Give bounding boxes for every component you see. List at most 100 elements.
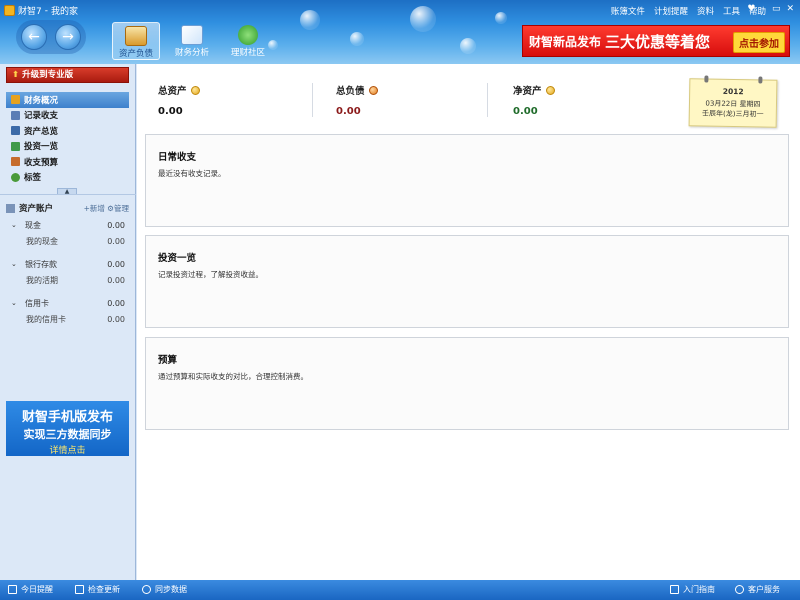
today-reminder-label: 今日提醒: [21, 585, 53, 594]
account-item[interactable]: 我的现金 0.00: [6, 233, 129, 249]
upgrade-button[interactable]: ⬆ 升级到专业版: [6, 67, 129, 83]
account-amount: 0.00: [107, 236, 125, 246]
title-separator: -: [44, 5, 48, 16]
tool-label: 资产负债: [118, 49, 153, 59]
skin-icon[interactable]: ♥: [747, 4, 755, 14]
sync-data-button[interactable]: 同步数据: [142, 584, 187, 595]
promo-join-button[interactable]: 点击参加: [733, 32, 785, 53]
customer-service-button[interactable]: 客户服务: [735, 584, 780, 595]
tool-financial-analysis[interactable]: 财务分析: [168, 22, 216, 60]
top-toolbar: 财智7 - 我的家 账簿文件 计划提醒 资料 工具 帮助 ♥ – ▭ ✕ ← →…: [0, 0, 800, 64]
support-icon: [735, 585, 744, 594]
book-icon: [11, 126, 20, 136]
sidebar-item-label: 财务概况: [24, 95, 59, 106]
mobile-promo-banner[interactable]: 财智手机版发布 实现三方数据同步 详情点击: [6, 401, 129, 456]
summary-label: 总资产: [158, 83, 200, 97]
check-update-label: 检查更新: [88, 585, 120, 594]
accounts-title: 资产账户: [19, 204, 54, 214]
decor-bubble: [300, 10, 320, 30]
sidebar-item-record[interactable]: 记录收支: [6, 108, 129, 124]
account-group-amount: 0.00: [107, 220, 125, 230]
guide-icon: [670, 585, 679, 594]
decor-bubble: [350, 32, 364, 46]
check-update-button[interactable]: 检查更新: [75, 584, 120, 595]
card-title: 日常收支: [158, 152, 197, 163]
tag-icon: [11, 172, 20, 182]
menu-tools[interactable]: 工具: [723, 5, 740, 17]
accounts-actions: +新增 ⚙管理: [84, 203, 129, 214]
window-controls: ♥ – ▭ ✕: [747, 4, 794, 14]
account-group-name: 银行存款: [25, 259, 57, 269]
chart-icon: [181, 25, 203, 45]
card-investments[interactable]: 投资一览 记录投资过程，了解投资收益。: [145, 235, 789, 328]
ledger-icon: [125, 26, 147, 46]
app-name: 财智7: [18, 7, 42, 17]
menu-data[interactable]: 资料: [697, 5, 714, 17]
card-description: 最近没有收支记录。: [158, 169, 226, 178]
manage-accounts-link[interactable]: ⚙管理: [107, 204, 129, 213]
customer-service-label: 客户服务: [748, 585, 780, 594]
pencil-icon: [11, 110, 20, 120]
sidebar-item-tags[interactable]: 标签: [6, 170, 129, 186]
forward-button[interactable]: →: [55, 24, 81, 50]
app-logo-icon: [4, 5, 15, 16]
tool-community[interactable]: 理财社区: [224, 22, 272, 60]
card-daily-income-expense[interactable]: 日常收支 最近没有收支记录。: [145, 134, 789, 227]
card-title: 预算: [158, 355, 178, 366]
account-name: 我的现金: [26, 236, 58, 246]
banner-line2: 实现三方数据同步: [23, 428, 112, 441]
account-amount: 0.00: [107, 275, 125, 285]
account-item[interactable]: 我的活期 0.00: [6, 272, 129, 288]
financial-summary: 总资产 0.00 总负债 0.00 净资产 0.00 2012 03月22日 星…: [145, 69, 795, 131]
account-group-amount: 0.00: [107, 298, 125, 308]
account-group-bank[interactable]: ⌄ 银行存款 0.00: [6, 256, 129, 272]
sidebar-item-budget[interactable]: 收支预算: [6, 154, 129, 170]
add-account-link[interactable]: +新增: [84, 204, 105, 213]
account-group-cash[interactable]: ⌄ 现金 0.00: [6, 217, 129, 233]
calendar-ring: [758, 76, 763, 84]
calendar-note: 2012 03月22日 星期四 壬辰年(龙)三月初一: [688, 75, 778, 128]
total-liabilities-value: 0.00: [336, 106, 361, 117]
sidebar-item-overview[interactable]: 财务概况: [6, 92, 129, 108]
account-group-amount: 0.00: [107, 259, 125, 269]
back-button[interactable]: ←: [21, 24, 47, 50]
card-description: 通过预算和实际收支的对比，合理控制消费。: [158, 372, 308, 381]
account-group-credit[interactable]: ⌄ 信用卡 0.00: [6, 295, 129, 311]
minimize-button[interactable]: –: [761, 4, 766, 14]
restore-button[interactable]: ▭: [772, 4, 781, 14]
sidebar-item-assets[interactable]: 资产总览: [6, 123, 129, 139]
promo-text: 财智新品发布: [529, 34, 602, 49]
chevron-down-icon: ⌄: [11, 299, 17, 307]
summary-divider: [487, 83, 488, 117]
overview-icon: [11, 95, 20, 105]
banner-line1: 财智手机版发布: [21, 410, 113, 425]
menu-reminder[interactable]: 计划提醒: [654, 5, 688, 17]
sidebar: ⬆ 升级到专业版 财务概况 记录收支 资产总览 投资一览 收支预算 标签 ▲ 资…: [0, 64, 136, 580]
card-title: 投资一览: [158, 253, 197, 264]
close-button[interactable]: ✕: [786, 4, 794, 14]
monitor-icon: [8, 585, 17, 594]
decor-bubble: [460, 38, 476, 54]
account-item[interactable]: 我的信用卡 0.00: [6, 311, 129, 327]
chevron-down-icon: ⌄: [11, 221, 17, 229]
promo-banner[interactable]: 财智新品发布 三大优惠等着您 点击参加: [522, 25, 790, 57]
today-reminder-button[interactable]: 今日提醒: [8, 584, 53, 595]
sidebar-item-investments[interactable]: 投资一览: [6, 139, 129, 155]
upgrade-label: 升级到专业版: [22, 70, 74, 80]
summary-label: 总负债: [336, 83, 378, 97]
menu-file[interactable]: 账簿文件: [611, 5, 645, 17]
asset-accounts: 资产账户 +新增 ⚙管理 ⌄ 现金 0.00 我的现金 0.00 ⌄ 银行存款 …: [6, 201, 129, 327]
account-name: 我的信用卡: [26, 314, 66, 324]
coin-icon: [545, 85, 555, 95]
getting-started-button[interactable]: 入门指南: [670, 584, 715, 595]
tool-label: 财务分析: [174, 48, 209, 58]
main-panel: 总资产 0.00 总负债 0.00 净资产 0.00 2012 03月22日 星…: [137, 64, 800, 580]
tool-assets-liabilities[interactable]: 资产负债: [112, 22, 160, 60]
chevron-down-icon: ⌄: [11, 260, 17, 268]
summary-total-assets: 总资产 0.00: [158, 83, 200, 117]
book-name: 我的家: [50, 7, 78, 17]
accounts-header: 资产账户 +新增 ⚙管理: [6, 201, 129, 215]
banner-details-link[interactable]: 详情点击: [6, 443, 129, 456]
card-budget[interactable]: 预算 通过预算和实际收支的对比，合理控制消费。: [145, 337, 789, 430]
total-liabilities-label: 总负债: [336, 86, 365, 97]
